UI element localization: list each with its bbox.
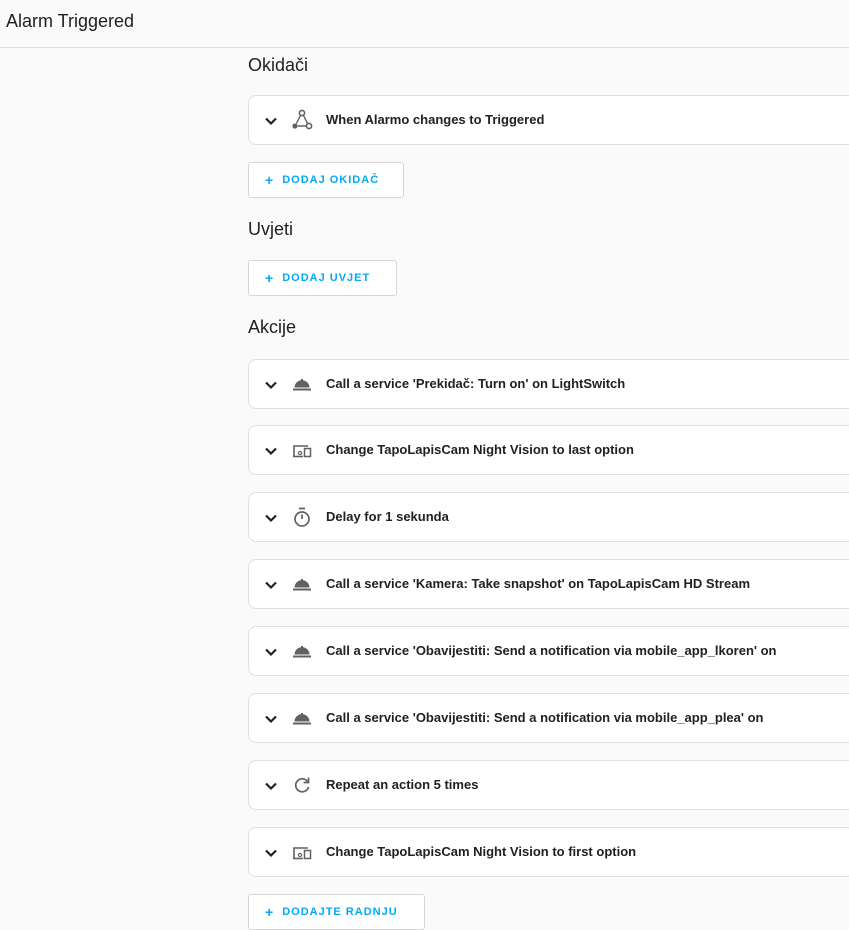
plus-icon: + (265, 172, 274, 188)
timer-icon (291, 506, 313, 528)
trigger-card[interactable]: When Alarmo changes to Triggered (248, 95, 849, 145)
room-service-icon (291, 640, 313, 662)
add-action-button[interactable]: + DODAJTE RADNJU (248, 894, 425, 930)
chevron-down-icon[interactable] (263, 443, 279, 459)
devices-icon (291, 841, 313, 863)
action-card[interactable]: Call a service 'Prekidač: Turn on' on Li… (248, 359, 849, 409)
action-label: Repeat an action 5 times (326, 777, 479, 792)
node-trigger-icon (291, 109, 313, 131)
chevron-down-icon[interactable] (263, 113, 279, 129)
chevron-down-icon[interactable] (263, 778, 279, 794)
plus-icon: + (265, 904, 274, 920)
plus-icon: + (265, 270, 274, 286)
chevron-down-icon[interactable] (263, 510, 279, 526)
action-label: Call a service 'Obavijestiti: Send a not… (326, 643, 777, 658)
chevron-down-icon[interactable] (263, 644, 279, 660)
action-card[interactable]: Repeat an action 5 times (248, 760, 849, 810)
add-trigger-button[interactable]: + DODAJ OKIDAČ (248, 162, 404, 198)
action-card[interactable]: Call a service 'Kamera: Take snapshot' o… (248, 559, 849, 609)
chevron-down-icon[interactable] (263, 577, 279, 593)
add-condition-button[interactable]: + DODAJ UVJET (248, 260, 397, 296)
actions-heading: Akcije (248, 317, 297, 337)
chevron-down-icon[interactable] (263, 845, 279, 861)
action-card[interactable]: Delay for 1 sekunda (248, 492, 849, 542)
add-condition-label: DODAJ UVJET (282, 272, 371, 284)
conditions-heading: Uvjeti (248, 219, 294, 239)
action-label: Change TapoLapisCam Night Vision to last… (326, 442, 634, 457)
room-service-icon (291, 573, 313, 595)
refresh-icon (291, 774, 313, 796)
room-service-icon (291, 707, 313, 729)
add-action-label: DODAJTE RADNJU (282, 906, 398, 918)
action-label: Call a service 'Obavijestiti: Send a not… (326, 710, 764, 725)
action-label: Delay for 1 sekunda (326, 509, 449, 524)
room-service-icon (291, 373, 313, 395)
action-label: Call a service 'Prekidač: Turn on' on Li… (326, 376, 626, 391)
action-card[interactable]: Call a service 'Obavijestiti: Send a not… (248, 626, 849, 676)
action-label: Call a service 'Kamera: Take snapshot' o… (326, 576, 751, 591)
devices-icon (291, 439, 313, 461)
action-card[interactable]: Call a service 'Obavijestiti: Send a not… (248, 693, 849, 743)
action-card[interactable]: Change TapoLapisCam Night Vision to last… (248, 425, 849, 475)
action-label: Change TapoLapisCam Night Vision to firs… (326, 844, 637, 859)
chevron-down-icon[interactable] (263, 711, 279, 727)
page-title: Alarm Triggered (6, 11, 135, 31)
add-trigger-label: DODAJ OKIDAČ (282, 174, 380, 186)
action-card[interactable]: Change TapoLapisCam Night Vision to firs… (248, 827, 849, 877)
triggers-heading: Okidači (248, 55, 309, 75)
chevron-down-icon[interactable] (263, 377, 279, 393)
automation-editor: Okidači When Alarmo changes to Triggered… (248, 0, 849, 930)
trigger-label: When Alarmo changes to Triggered (326, 112, 545, 127)
